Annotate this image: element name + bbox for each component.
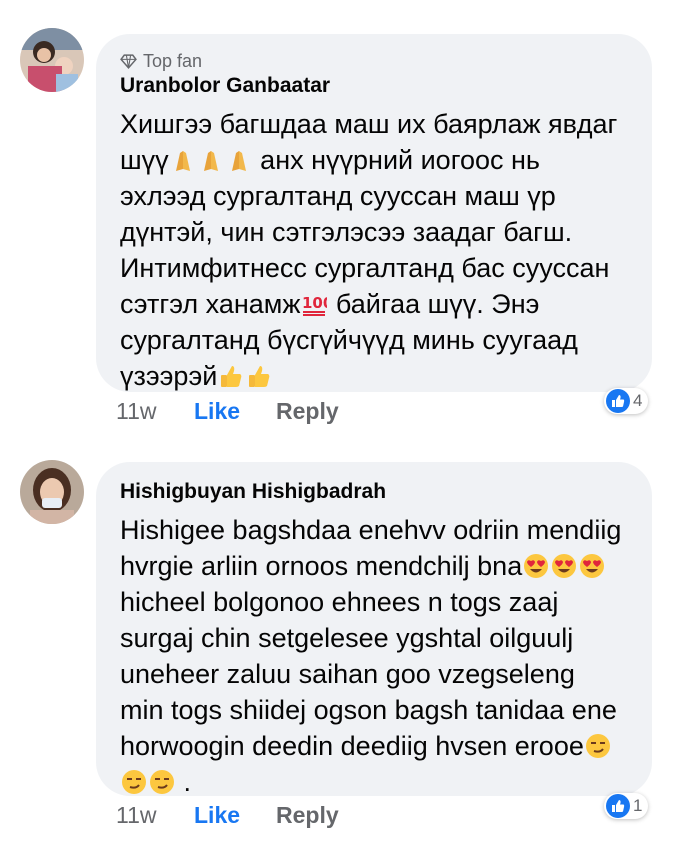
like-reaction-icon: [606, 389, 630, 413]
author-name[interactable]: Uranbolor Ganbaatar: [120, 72, 624, 100]
hundred-points-emoji: 100: [300, 289, 328, 319]
like-reaction-icon: [606, 794, 630, 818]
like-button[interactable]: Like: [194, 398, 276, 425]
comment-text: Хишгээ багшдаа маш их баярлаж явдаг шүү …: [120, 106, 624, 394]
comment-timestamp[interactable]: 11w: [116, 802, 194, 829]
comment-actions: 11w Like Reply: [116, 398, 339, 425]
reaction-summary[interactable]: 4: [604, 388, 649, 414]
heart-eyes-emoji: [522, 551, 606, 581]
comment-text-part: .: [176, 767, 192, 797]
svg-text:100: 100: [302, 294, 327, 312]
reaction-count: 4: [633, 391, 643, 410]
avatar-hishigbuyan[interactable]: [20, 460, 84, 524]
diamond-icon: [120, 53, 137, 69]
reply-button[interactable]: Reply: [276, 802, 339, 829]
comment-text: Hishigee bagshdaa enehvv odriin mendiig …: [120, 512, 624, 800]
reply-button[interactable]: Reply: [276, 398, 339, 425]
author-name[interactable]: Hishigbuyan Hishigbadrah: [120, 478, 624, 506]
praying-hands-emoji: [169, 145, 253, 175]
comment-actions: 11w Like Reply: [116, 802, 339, 829]
reaction-count: 1: [633, 796, 643, 815]
reaction-summary[interactable]: 1: [604, 793, 649, 819]
top-fan-badge: Top fan: [120, 50, 624, 72]
comment-text-part: hicheel bolgonoo ehnees n togs zaaj surg…: [120, 587, 617, 761]
comment-bubble: Top fan Uranbolor Ganbaatar Хишгээ багшд…: [96, 34, 652, 392]
like-button[interactable]: Like: [194, 802, 276, 829]
comment-bubble: Hishigbuyan Hishigbadrah Hishigee bagshd…: [96, 462, 652, 797]
avatar-uranbolor[interactable]: [20, 28, 84, 92]
comment-timestamp[interactable]: 11w: [116, 398, 194, 425]
thumbs-up-emoji: [217, 361, 273, 391]
badge-label: Top fan: [143, 50, 203, 71]
